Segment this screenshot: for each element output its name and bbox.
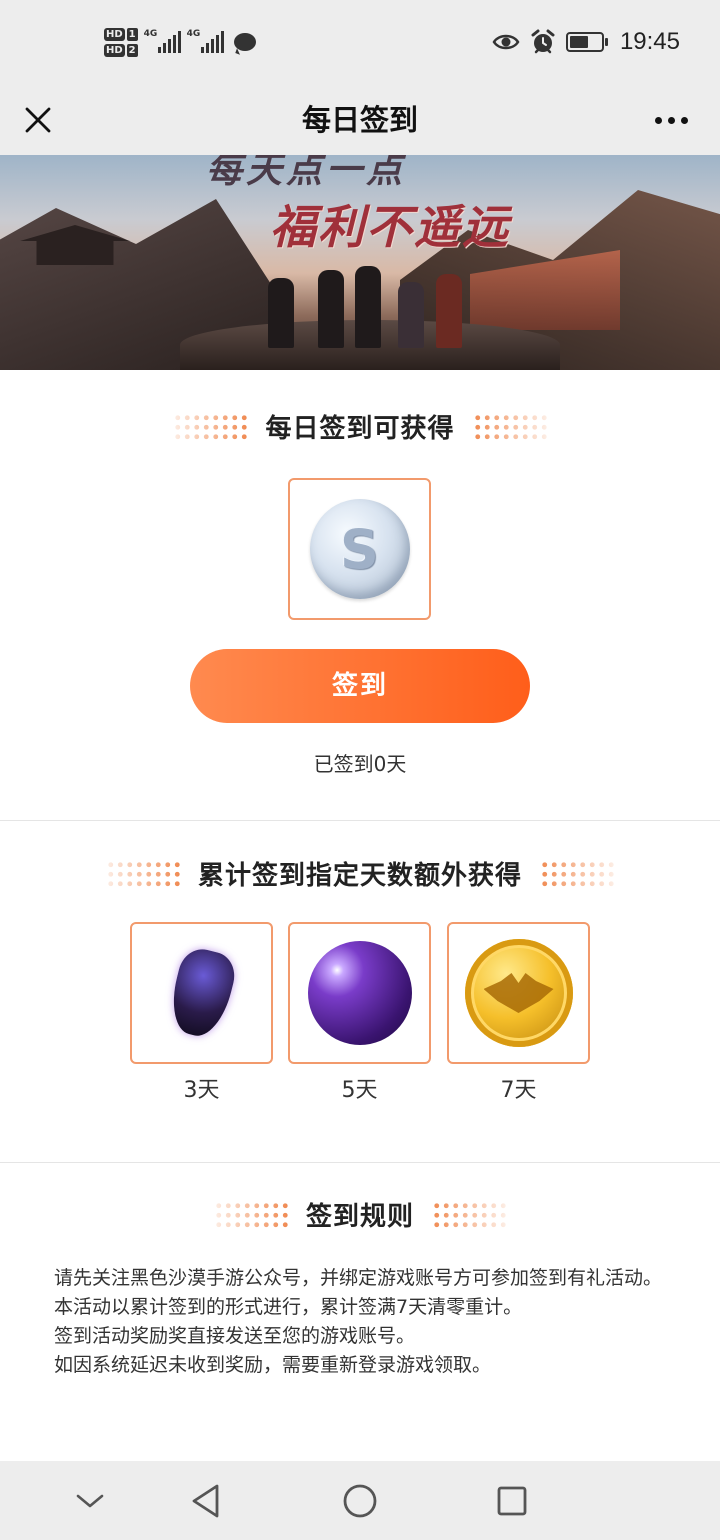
chevron-down-icon [76, 1494, 104, 1508]
decor-dots-icon [432, 1200, 506, 1229]
rules-section-title: 签到规则 [305, 1202, 414, 1232]
nav-collapse-button[interactable] [68, 1479, 112, 1523]
reward-day-label: 3天 [183, 1078, 220, 1103]
signal-icon-2: 4G [186, 29, 224, 53]
signed-days-count: 已签到0天 [313, 752, 407, 776]
reward-day-label: 5天 [341, 1078, 378, 1103]
status-left: HD 1 HD 2 4G 4G [104, 20, 256, 64]
banner-character [268, 278, 294, 348]
sim2-hd: HD [104, 43, 125, 57]
sim1-number: 1 [126, 27, 138, 41]
page-title: 每日签到 [301, 103, 418, 137]
chat-icon [233, 33, 256, 51]
silver-coin-icon: S [309, 499, 410, 599]
banner-slogan-line1: 每天点一点 [206, 155, 407, 191]
decor-dots-icon [173, 412, 248, 441]
signal-icon-1: 4G [143, 29, 181, 53]
banner-character [436, 274, 462, 348]
rule-line: 请先关注黑色沙漠手游公众号，并绑定游戏账号方可参加签到有礼活动。 [54, 1267, 663, 1289]
home-circle-icon [343, 1484, 377, 1518]
decor-dots-icon [213, 1200, 288, 1229]
promo-banner: 每天点一点 福利不遥远 [0, 155, 720, 370]
silver-coin-letter: S [340, 517, 379, 581]
back-triangle-icon [192, 1484, 219, 1518]
section-divider [0, 1162, 720, 1163]
status-right: 19:45 [492, 22, 680, 62]
daily-section-title: 每日签到可获得 [265, 414, 455, 444]
title-bar: 每日签到 [0, 84, 720, 156]
network-label-1: 4G [143, 29, 158, 39]
more-dot-icon [667, 116, 675, 124]
cumulative-section-title: 累计签到指定天数额外获得 [197, 861, 522, 891]
sim1-badge: HD 1 [104, 27, 138, 41]
dark-gem-icon [163, 944, 240, 1042]
system-nav-bar [0, 1461, 720, 1540]
section-divider [0, 820, 720, 821]
gold-coin-icon [464, 939, 573, 1047]
rule-line: 签到活动奖励奖直接发送至您的游戏账号。 [54, 1325, 416, 1347]
rules-text: 请先关注黑色沙漠手游公众号，并绑定游戏账号方可参加签到有礼活动。 本活动以累计签… [54, 1264, 674, 1380]
rule-line: 如因系统延迟未收到奖励，需要重新登录游戏领取。 [54, 1354, 492, 1376]
sim-indicators: HD 1 HD 2 [104, 27, 138, 57]
nav-home-button[interactable] [338, 1479, 382, 1523]
daily-reward-box: S [288, 478, 431, 620]
decor-dots-icon [472, 412, 547, 441]
reward-day-label: 7天 [500, 1078, 537, 1103]
decor-dots-icon [105, 859, 180, 888]
recents-square-icon [497, 1486, 527, 1516]
more-dot-icon [654, 116, 662, 124]
status-bar: HD 1 HD 2 4G 4G 19:45 [0, 0, 720, 84]
status-time: 19:45 [619, 28, 680, 55]
cumulative-reward-box-5 [288, 922, 431, 1064]
rules-section-header: 签到规则 [0, 1196, 720, 1233]
sign-in-button[interactable]: 签到 [190, 649, 530, 723]
banner-character [318, 270, 344, 348]
decor-dots-icon [540, 859, 614, 888]
alarm-icon [531, 29, 555, 54]
sim2-badge: HD 2 [104, 43, 138, 57]
sim1-hd: HD [104, 27, 125, 41]
close-button[interactable] [18, 94, 58, 146]
more-dot-icon [680, 116, 688, 124]
rule-line: 本活动以累计签到的形式进行，累计签满7天清零重计。 [54, 1296, 523, 1318]
cumulative-reward-box-3 [130, 922, 273, 1064]
close-icon [25, 107, 51, 133]
banner-character [398, 282, 424, 348]
banner-slogan-line2: 福利不遥远 [270, 200, 510, 254]
sim2-number: 2 [126, 43, 138, 57]
cumulative-section-header: 累计签到指定天数额外获得 [0, 855, 720, 892]
network-label-2: 4G [186, 29, 201, 39]
more-options-button[interactable] [646, 94, 696, 146]
coin-emblem-icon [483, 973, 554, 1013]
purple-orb-icon [307, 941, 412, 1045]
eye-icon [492, 34, 520, 50]
nav-back-button[interactable] [184, 1479, 228, 1523]
banner-character [355, 266, 381, 348]
daily-section-header: 每日签到可获得 [0, 408, 720, 445]
battery-icon [565, 32, 608, 52]
cumulative-reward-box-7 [447, 922, 590, 1064]
nav-recents-button[interactable] [490, 1479, 534, 1523]
